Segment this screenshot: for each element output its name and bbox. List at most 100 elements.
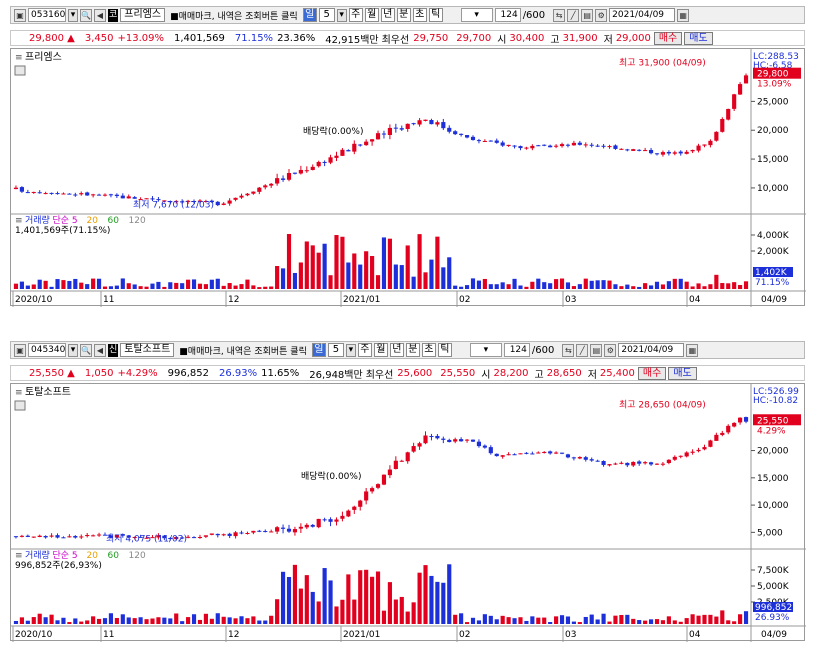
candle-body (245, 193, 250, 196)
price-axis-label: 20,000 (757, 447, 789, 457)
candle-body (595, 460, 600, 462)
period-minute-button[interactable]: 분 (396, 8, 411, 22)
trade-mark-hint: ■매매마크, 내역은 조회버튼 클릭 (179, 346, 307, 357)
candle-body (595, 145, 600, 147)
candle-body (227, 533, 232, 536)
save-icon[interactable]: ▤ (590, 343, 603, 357)
candle-body (132, 197, 137, 199)
sub-period-select[interactable]: ▾ (469, 343, 502, 357)
gear-icon[interactable]: ⚙ (595, 8, 608, 22)
buy-button[interactable]: 매수 (653, 31, 683, 45)
time-axis-label: 11 (103, 630, 114, 640)
date-input[interactable]: 2021/04/09 (609, 8, 676, 22)
search-icon[interactable]: 🔍 (80, 8, 92, 22)
period-n-dropdown[interactable]: ▾ (345, 343, 356, 357)
volume-legend-item: 120 (129, 216, 146, 226)
window-icon[interactable]: ▣ (14, 343, 26, 357)
period-year-button[interactable]: 년 (380, 8, 395, 22)
volume-bar (168, 618, 173, 624)
volume-bar (168, 282, 173, 289)
volume-bar (732, 282, 737, 289)
candle-body (690, 149, 695, 152)
zoom-icon[interactable]: ⇆ (553, 8, 566, 22)
open-price: 28,200 (493, 367, 529, 379)
period-day-button[interactable]: 일 (302, 8, 317, 22)
grid-icon[interactable] (14, 65, 26, 76)
period-week-button[interactable]: 주 (357, 343, 372, 357)
volume-bullet: ≡ (15, 551, 23, 561)
period-tick-button[interactable]: 틱 (428, 8, 443, 22)
stock-name[interactable]: 토탈소프트 (120, 343, 175, 357)
volume-bar (114, 617, 119, 624)
period-week-button[interactable]: 주 (348, 8, 363, 22)
count-input[interactable]: 124 (494, 8, 521, 22)
best-bid: 29,700 (456, 32, 492, 44)
period-second-button[interactable]: 초 (412, 8, 427, 22)
stock-code-input[interactable]: 053160 (28, 8, 66, 22)
grid-icon[interactable] (14, 400, 26, 411)
chart-panel-2: ▣ 045340 ▾ 🔍 ◀ 신 토탈소프트 ■매매마크, 내역은 조회버튼 클… (0, 335, 817, 643)
code-dropdown-button[interactable]: ▾ (68, 8, 78, 22)
draw-line-icon[interactable]: ╱ (567, 8, 580, 22)
period-month-button[interactable]: 월 (373, 343, 388, 357)
high-label: 고 (534, 369, 544, 381)
sub-period-select[interactable]: ▾ (460, 8, 493, 22)
sell-button[interactable]: 매도 (668, 366, 697, 380)
volume-readout: 996,852주(26,93%) (15, 560, 102, 571)
prev-next-icon[interactable]: ◀ (94, 343, 106, 357)
period-second-button[interactable]: 초 (421, 343, 436, 357)
period-n-dropdown[interactable]: ▾ (336, 8, 347, 22)
zoom-icon[interactable]: ⇆ (562, 343, 575, 357)
volume-bar (654, 619, 660, 624)
candle-body (203, 535, 208, 537)
draw-line-icon[interactable]: ╱ (576, 343, 589, 357)
calendar-icon[interactable]: ▦ (686, 343, 699, 357)
period-minute-button[interactable]: 분 (405, 343, 420, 357)
candle-body (660, 463, 666, 465)
prev-next-icon[interactable]: ◀ (94, 8, 106, 22)
search-icon[interactable]: 🔍 (80, 343, 92, 357)
stock-code-input[interactable]: 045340 (28, 343, 66, 357)
candle-chart[interactable]: ≡ 프리엠스 25,000 20,000 15,000 10,000 LC:288.53 H… (10, 48, 806, 307)
stock-name[interactable]: 프리엠스 (120, 8, 166, 22)
volume-bar (352, 253, 357, 289)
candle-body (304, 170, 309, 172)
count-input[interactable]: 124 (503, 343, 530, 357)
period-year-button[interactable]: 년 (389, 343, 404, 357)
code-dropdown-button[interactable]: ▾ (68, 343, 78, 357)
time-axis-label: 04 (689, 295, 701, 305)
volume-bar (518, 617, 523, 624)
period-day-button[interactable]: 일 (311, 343, 326, 357)
period-tick-button[interactable]: 틱 (437, 343, 452, 357)
period-month-button[interactable]: 월 (364, 8, 379, 22)
volume-bar (441, 582, 446, 624)
volume-bar (720, 610, 725, 624)
volume-bar (203, 613, 208, 624)
time-axis-label: 02 (459, 295, 470, 305)
candle-body (666, 151, 671, 154)
period-n-input[interactable]: 5 (318, 8, 335, 22)
candle-body (696, 145, 701, 151)
candle-body (275, 178, 280, 184)
candle-body (191, 537, 197, 539)
candle-chart[interactable]: ≡ 토탈소프트 20,000 15,000 10,000 5,000 LC:526.99 H… (10, 383, 806, 642)
candle-body (91, 535, 96, 537)
period-n-input[interactable]: 5 (327, 343, 344, 357)
volume-bar (648, 619, 654, 624)
save-icon[interactable]: ▤ (581, 8, 594, 22)
date-input[interactable]: 2021/04/09 (618, 343, 685, 357)
candle-body (310, 524, 315, 527)
volume-bar (55, 279, 60, 289)
candle-body (738, 84, 743, 95)
calendar-icon[interactable]: ▦ (677, 8, 690, 22)
volume-bar (429, 575, 434, 624)
volume-bar (79, 282, 84, 289)
volume-bar (102, 618, 108, 624)
sell-button[interactable]: 매도 (684, 31, 713, 45)
gear-icon[interactable]: ⚙ (604, 343, 617, 357)
candle-body (387, 469, 392, 476)
volume-bar (506, 617, 511, 624)
hc-label: HC:-10.82 (753, 396, 798, 406)
buy-button[interactable]: 매수 (637, 366, 667, 380)
window-icon[interactable]: ▣ (14, 8, 26, 22)
